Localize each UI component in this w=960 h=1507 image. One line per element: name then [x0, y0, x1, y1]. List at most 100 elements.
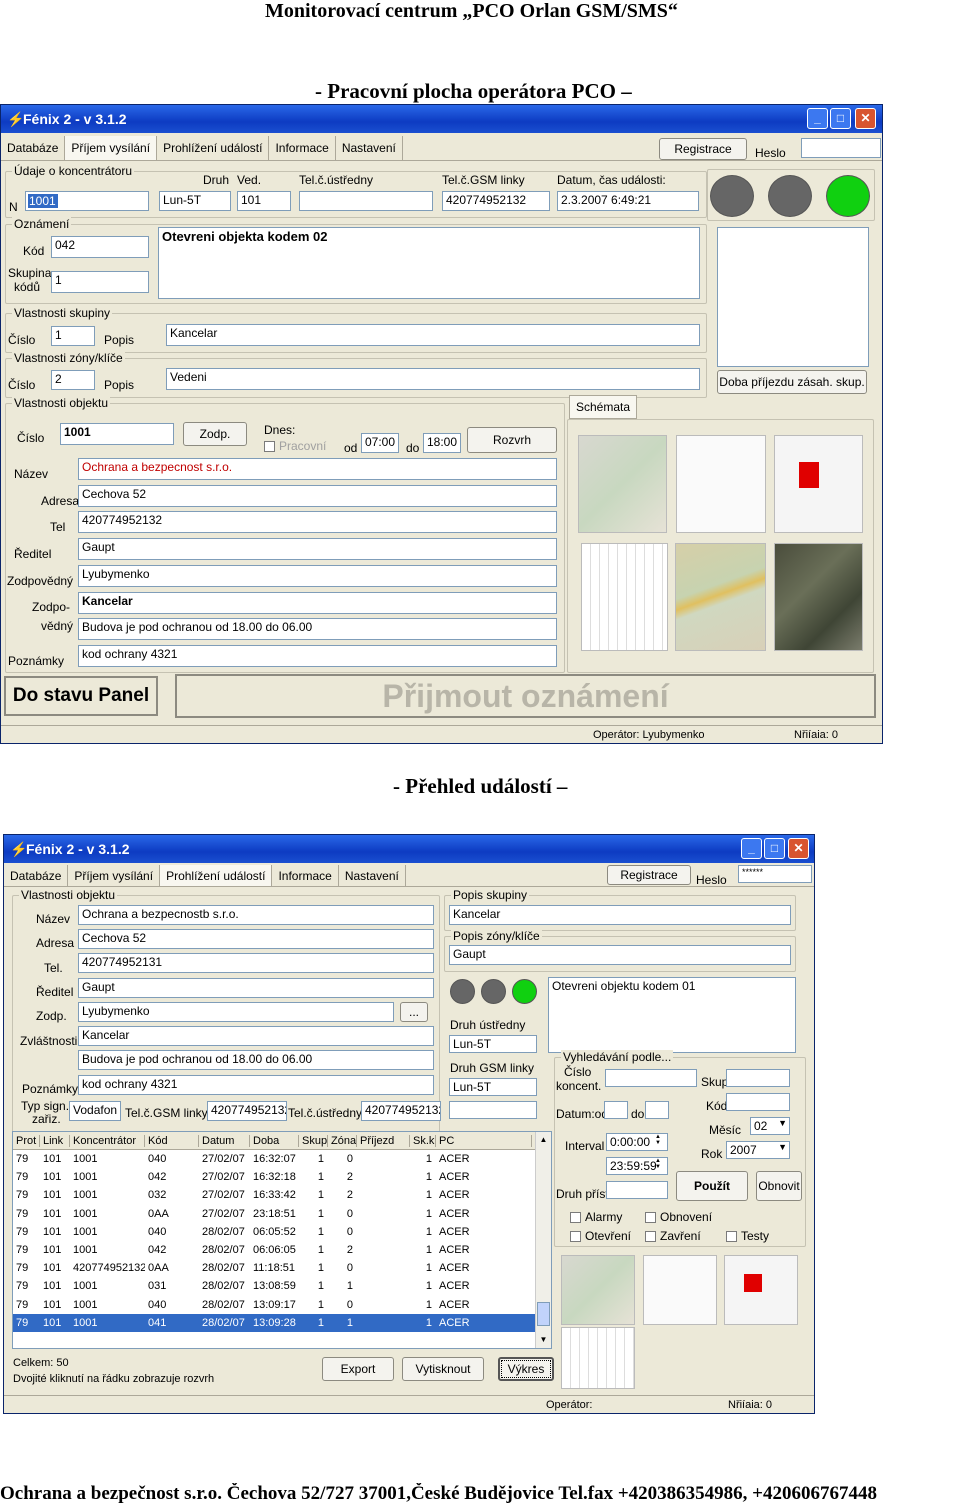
zvl-field-1[interactable]: Kancelar — [78, 1026, 434, 1046]
kod-field[interactable]: 042 — [51, 236, 149, 258]
scroll-thumb[interactable] — [537, 1302, 550, 1326]
cislo-koncent-field[interactable] — [605, 1069, 697, 1087]
ob-cislo-field[interactable]: 1001 — [60, 423, 174, 445]
rok-select[interactable]: 2007 ▼ — [726, 1141, 790, 1159]
close-button-2[interactable]: ✕ — [788, 838, 809, 859]
pracovni-checkbox[interactable]: Pracovní — [264, 439, 326, 453]
popis-zony-field[interactable]: Gaupt — [449, 945, 791, 965]
chk-testy[interactable]: Testy — [726, 1229, 769, 1243]
table-row[interactable]: 79 101 1001 040 28/02/07 06:05:52 1 0 1 ACER — [13, 1223, 551, 1241]
table-row[interactable]: 79 101 420774952132 0AA 28/02/07 11:18:51 1 0 1 A… — [13, 1259, 551, 1277]
schema-plan-1[interactable] — [676, 435, 766, 533]
schema-map-1[interactable] — [578, 435, 667, 533]
chk-obnoveni[interactable]: Obnovení — [645, 1210, 712, 1224]
chk-zavreni[interactable]: Zavření — [645, 1229, 701, 1243]
menu-databaze-2[interactable]: Databáze — [4, 865, 69, 886]
col-zona[interactable]: Zóna — [328, 1134, 357, 1147]
events-table[interactable]: Prot Link Koncentrátor Kód Datum Doba Sk… — [12, 1131, 552, 1349]
col-pc[interactable]: PC — [436, 1134, 532, 1147]
gsm-field-2[interactable]: 420774952132 — [207, 1101, 287, 1121]
vlsk-cislo-field[interactable]: 1 — [51, 326, 95, 346]
table-scrollbar[interactable]: ▲ ▼ — [535, 1132, 551, 1348]
maximize-button[interactable]: □ — [830, 108, 851, 129]
popis-skupiny-field[interactable]: Kancelar — [449, 905, 791, 925]
poznamky-field-2[interactable]: kod ochrany 4321 — [78, 1075, 434, 1095]
schema-map-w2[interactable] — [561, 1255, 635, 1325]
menu-prohlizeni-udalosti-2[interactable]: Prohlížení událostí — [160, 865, 273, 886]
pouzit-button[interactable]: Použít — [676, 1171, 748, 1201]
schema-plan-w2-3[interactable] — [561, 1327, 635, 1389]
tel-field[interactable]: 420774952132 — [78, 511, 557, 533]
zvl-field-2[interactable]: Budova je pod ochranou od 18.00 do 06.00 — [78, 1050, 434, 1070]
col-prot[interactable]: Prot — [13, 1134, 40, 1147]
vlzk-cislo-field[interactable]: 2 — [51, 370, 95, 390]
druh-gsm-field[interactable]: Lun-5T — [449, 1078, 537, 1096]
scroll-up-icon[interactable]: ▲ — [536, 1132, 551, 1148]
col-doba[interactable]: Doba — [250, 1134, 299, 1147]
zodp-button[interactable]: Zodp. — [183, 422, 247, 446]
minimize-button[interactable]: _ — [807, 108, 828, 129]
schema-plan-3[interactable] — [581, 543, 668, 651]
maximize-button-2[interactable]: □ — [764, 838, 785, 859]
skupina-field[interactable]: 1 — [51, 271, 149, 293]
table-row[interactable]: 79 101 1001 042 27/02/07 16:32:18 1 2 1 ACER — [13, 1168, 551, 1186]
zodpoved-field-1[interactable]: Kancelar — [78, 592, 557, 614]
export-button[interactable]: Export — [322, 1357, 394, 1381]
interval-from-field[interactable]: 0:00:00 ▲ ▼ — [606, 1133, 668, 1151]
kod-field-2[interactable] — [726, 1093, 790, 1111]
telc-field[interactable] — [299, 191, 433, 211]
menu-prohlizeni-udalosti[interactable]: Prohlížení událostí — [157, 136, 270, 160]
druh-prist-field[interactable] — [606, 1181, 668, 1199]
table-row[interactable]: 79 101 1001 032 27/02/07 16:33:42 1 2 1 ACER — [13, 1186, 551, 1204]
zodpoved-field-2[interactable]: Budova je pod ochranou od 18.00 do 06.00 — [78, 618, 557, 640]
telc-field-2[interactable]: 420774952132 — [361, 1101, 441, 1121]
mesic-select[interactable]: 02 ▼ — [750, 1117, 790, 1135]
col-skk[interactable]: Sk.k — [410, 1134, 436, 1147]
schema-plan-w2-2[interactable] — [724, 1255, 798, 1325]
close-button[interactable]: ✕ — [855, 108, 876, 129]
adresa-field-2[interactable]: Cechova 52 — [78, 929, 434, 949]
col-link[interactable]: Link — [40, 1134, 70, 1147]
reditel-field-2[interactable]: Gaupt — [78, 978, 434, 998]
schema-plan-2[interactable] — [774, 435, 863, 533]
od-field[interactable]: 07:00 — [361, 433, 399, 453]
tab-schemata[interactable]: Schémata — [569, 395, 638, 419]
registrace-button-2[interactable]: Registrace — [607, 865, 691, 885]
chk-otevreni[interactable]: Otevření — [570, 1229, 631, 1243]
druh-ustredny-field[interactable]: Lun-5T — [449, 1035, 537, 1053]
druh-extra-field[interactable] — [449, 1101, 537, 1119]
rozvrh-button[interactable]: Rozvrh — [467, 427, 557, 453]
vlsk-popis-field[interactable]: Kancelar — [166, 324, 700, 346]
datumdo-field[interactable] — [645, 1101, 669, 1119]
minimize-button-2[interactable]: _ — [741, 838, 762, 859]
zodp-field-2[interactable]: Lyubymenko — [78, 1002, 394, 1022]
registrace-button[interactable]: Registrace — [659, 138, 747, 160]
heslo-input[interactable] — [801, 138, 881, 158]
vlzk-popis-field[interactable]: Vedeni — [166, 368, 700, 390]
col-kod[interactable]: Kód — [145, 1134, 199, 1147]
menu-prijem-vysilani[interactable]: Příjem vysílání — [65, 136, 158, 160]
schema-plan-w2-1[interactable] — [643, 1255, 717, 1325]
nazev-field-2[interactable]: Ochrana a bezpecnostb s.r.o. — [78, 905, 434, 925]
interval-to-field[interactable]: 23:59:59 ▲ ▼ — [606, 1157, 668, 1175]
zodpovedny-field[interactable]: Lyubymenko — [78, 565, 557, 587]
vytisknout-button[interactable]: Vytisknout — [402, 1357, 484, 1381]
schema-aerial-photo[interactable] — [774, 543, 863, 651]
adresa-field[interactable]: Cechova 52 — [78, 485, 557, 507]
table-row[interactable]: 79 101 1001 041 28/02/07 13:09:28 1 1 1 ACER — [13, 1313, 551, 1332]
scroll-down-icon[interactable]: ▼ — [536, 1332, 551, 1348]
table-row[interactable]: 79 101 1001 040 28/02/07 13:09:17 1 0 1 ACER — [13, 1296, 551, 1314]
obnovit-button[interactable]: Obnovit — [756, 1171, 802, 1201]
table-row[interactable]: 79 101 1001 0AA 27/02/07 23:18:51 1 0 1 ACER — [13, 1205, 551, 1223]
menu-nastaveni-2[interactable]: Nastavení — [339, 865, 406, 886]
reditel-field[interactable]: Gaupt — [78, 538, 557, 560]
do-stavu-panel-button[interactable]: Do stavu Panel — [4, 676, 158, 716]
table-row[interactable]: 79 101 1001 042 28/02/07 06:06:05 1 2 1 ACER — [13, 1241, 551, 1259]
col-datum[interactable]: Datum — [199, 1134, 250, 1147]
schema-map-2[interactable] — [675, 543, 766, 651]
datum-field[interactable]: 2.3.2007 6:49:21 — [557, 191, 699, 211]
chk-alarmy[interactable]: Alarmy — [570, 1210, 622, 1224]
gsm-field[interactable]: 420774952132 — [442, 191, 550, 211]
skup-field[interactable] — [726, 1069, 790, 1087]
doba-prijezdu-button[interactable]: Doba příjezdu zásah. skup. — [717, 370, 867, 394]
